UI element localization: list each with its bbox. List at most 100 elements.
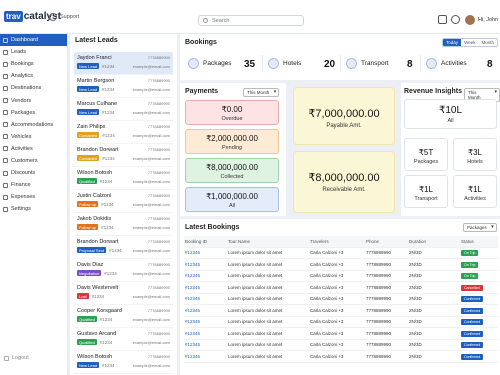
latest-leads-panel: Latest Leads Jaydon Franci New Lead #1234 7… <box>70 34 177 375</box>
booking-id-link[interactable]: #12345 <box>184 308 228 313</box>
payment-overdue-card[interactable]: ₹0.00 Overdue <box>185 100 279 125</box>
search-input[interactable] <box>212 17 302 24</box>
sidebar-item-expenses[interactable]: Expenses <box>0 191 67 203</box>
stat-divider <box>420 55 421 71</box>
booking-id-link[interactable]: #12345 <box>184 262 228 267</box>
sidebar-item-destinations[interactable]: Destinations <box>0 82 67 94</box>
sidebar-item-vehicles[interactable]: Vehicles <box>0 131 67 143</box>
sidebar-item-label: Vendors <box>11 97 32 104</box>
lead-phone: 7778889990 <box>147 331 170 336</box>
period-tab-month[interactable]: Month <box>478 39 497 46</box>
lead-item[interactable]: Wilson Botosh New Lead #1234 7778889990 exam… <box>74 351 173 374</box>
lead-id: #1234 <box>102 362 115 368</box>
stat-transport[interactable]: Transport <box>346 54 389 72</box>
lead-status-badge: New Lead <box>77 109 100 115</box>
booking-id-link[interactable]: #12345 <box>184 331 228 336</box>
booking-id-link[interactable]: #12345 <box>184 285 228 290</box>
sidebar-item-vendors[interactable]: Vendors <box>0 94 67 106</box>
status-cell: On Trip <box>461 250 498 257</box>
period-tab-week[interactable]: Week <box>461 39 478 46</box>
sidebar-item-discounts[interactable]: Discounts <box>0 167 67 179</box>
payment-pending-card[interactable]: ₹2,000,000.00 Pending <box>185 129 279 154</box>
period-tab-today[interactable]: Today <box>443 39 462 46</box>
table-row[interactable]: #12345 Lorem ipsum dolor sit amet Carla Ca… <box>184 282 498 294</box>
revenue-value: ₹3L <box>468 148 482 157</box>
table-row[interactable]: #12345 Lorem ipsum dolor sit amet Carla Ca… <box>184 248 498 259</box>
stat-activities[interactable]: Activities <box>426 54 467 72</box>
payments-period-dropdown[interactable]: This Month <box>243 88 280 97</box>
lead-item[interactable]: Brandon Dorwart Contacted #1234 7778889990 e… <box>74 144 173 167</box>
booking-id-link[interactable]: #12345 <box>184 296 228 301</box>
lead-item[interactable]: Davis Diaz Negotiation #1234 7778889990 exam… <box>74 259 173 282</box>
sidebar-item-customers[interactable]: Customers <box>0 155 67 167</box>
lead-status-badge: New Lead <box>77 86 100 92</box>
sidebar-item-packages[interactable]: Packages <box>0 107 67 119</box>
lead-item[interactable]: Jaydon Franci New Lead #1234 7778889990 exam… <box>74 52 173 75</box>
lead-id: #1234 <box>99 316 113 322</box>
lead-item[interactable]: Zain Philips Contacted #1234 7778889990 exam… <box>74 121 173 144</box>
booking-id-link[interactable]: #12345 <box>184 342 228 347</box>
receivable-label: Receivable Amt. <box>322 187 366 193</box>
stat-packages[interactable]: Packages <box>188 54 232 72</box>
table-row[interactable]: #12345 Lorem ipsum dolor sit amet Carla Ca… <box>184 351 498 363</box>
booking-id-link[interactable]: #12345 <box>184 273 228 278</box>
leads-title: Latest Leads <box>75 37 118 44</box>
lead-id: #1234 <box>101 201 114 207</box>
table-row[interactable]: #12345 Lorem ipsum dolor sit amet Carla Ca… <box>184 305 498 317</box>
status-cell: Confirmed <box>461 353 498 360</box>
sidebar-item-label: Packages <box>11 109 36 116</box>
booking-type-dropdown[interactable]: Packages <box>463 223 497 232</box>
payment-collected-card[interactable]: ₹8,000,000.00 Collected <box>185 158 279 183</box>
translate-icon[interactable] <box>438 15 447 24</box>
table-row[interactable]: #12345 Lorem ipsum dolor sit amet Carla Ca… <box>184 271 498 282</box>
booking-id-link[interactable]: #12345 <box>184 319 228 324</box>
latest-bookings-panel: Latest Bookings Packages Booking ID Tour … <box>180 219 500 375</box>
revenue-label: Transport <box>414 196 438 202</box>
sidebar-item-bookings[interactable]: Bookings <box>0 58 67 70</box>
avatar[interactable] <box>465 15 475 25</box>
booking-id-link[interactable]: #12345 <box>184 354 228 359</box>
lead-item[interactable]: Marcus Culhane New Lead #1234 7778889990 exa… <box>74 98 173 121</box>
support-link[interactable]: Support <box>49 13 79 21</box>
stat-value: 35 <box>244 59 256 70</box>
table-cell: 2N/3D <box>409 296 422 302</box>
table-row[interactable]: #12345 Lorem ipsum dolor sit amet Carla Ca… <box>184 317 498 328</box>
sidebar-item-dashboard[interactable]: Dashboard <box>0 34 67 47</box>
notification-bell-icon[interactable] <box>451 15 460 24</box>
sidebar-item-label: Finance <box>11 182 31 189</box>
table-row[interactable]: #12345 Lorem ipsum dolor sit amet Carla Ca… <box>184 294 498 305</box>
sidebar-item-activities[interactable]: Activities <box>0 143 67 155</box>
table-cell: Lorem ipsum dolor sit amet <box>228 353 283 359</box>
lead-item[interactable]: Wilson Botosh Qualified #1234 7778889990 exa… <box>74 167 173 190</box>
stat-hotels[interactable]: Hotels <box>268 54 301 72</box>
lead-item[interactable]: Gustavo Arcand Qualified #1234 7778889990 ex… <box>74 328 173 351</box>
lead-item[interactable]: Cooper Korsgaard Qualified #1234 7778889990… <box>74 305 173 328</box>
lead-item[interactable]: Jakob Dokidis Follow up #1234 7778889990 exa… <box>74 213 173 236</box>
table-row[interactable]: #12345 Lorem ipsum dolor sit amet Carla Ca… <box>184 328 498 340</box>
payment-all-card[interactable]: ₹1,000,000.00 All <box>185 187 279 212</box>
table-row[interactable]: #12345 Lorem ipsum dolor sit amet Carla Ca… <box>184 340 498 351</box>
lead-item[interactable]: Brandon Dorwart Proposal Sent #1234 7778889… <box>74 236 173 259</box>
packages-icon <box>3 110 8 116</box>
lead-item[interactable]: Justin Calzoni Follow up #1234 7778889990 ex… <box>74 190 173 213</box>
sidebar-item-leads[interactable]: Leads <box>0 46 67 58</box>
bookings-table: Booking ID Tour Name Travelers Phone Duratio… <box>184 236 498 363</box>
table-cell: 7778889990 <box>366 342 392 348</box>
stat-value: 20 <box>324 59 336 70</box>
lead-phone: 7778889990 <box>147 124 170 129</box>
sidebar-item-finance[interactable]: Finance <box>0 179 67 191</box>
search-box[interactable] <box>198 15 304 26</box>
sidebar-item-accommodations[interactable]: Accommodations <box>0 119 67 131</box>
table-cell: Carla Calzoni +3 <box>310 261 344 267</box>
table-cell: 2N/3D <box>409 307 422 313</box>
lead-item[interactable]: Davis Westervelt Lost #1234 7778889990 examp… <box>74 282 173 305</box>
support-icon <box>49 13 57 21</box>
booking-id-link[interactable]: #12345 <box>184 250 228 255</box>
lead-item[interactable]: Martin Bergson New Lead #1234 7778889990 exa… <box>74 75 173 98</box>
user-greeting[interactable]: Hi, John <box>478 17 498 23</box>
table-cell: Lorem ipsum dolor sit amet <box>228 330 283 336</box>
sidebar-item-settings[interactable]: Settings <box>0 203 67 215</box>
sidebar-item-analytics[interactable]: Analytics <box>0 70 67 82</box>
table-row[interactable]: #12345 Lorem ipsum dolor sit amet Carla Ca… <box>184 259 498 271</box>
logout-button[interactable]: Logout <box>4 355 29 361</box>
